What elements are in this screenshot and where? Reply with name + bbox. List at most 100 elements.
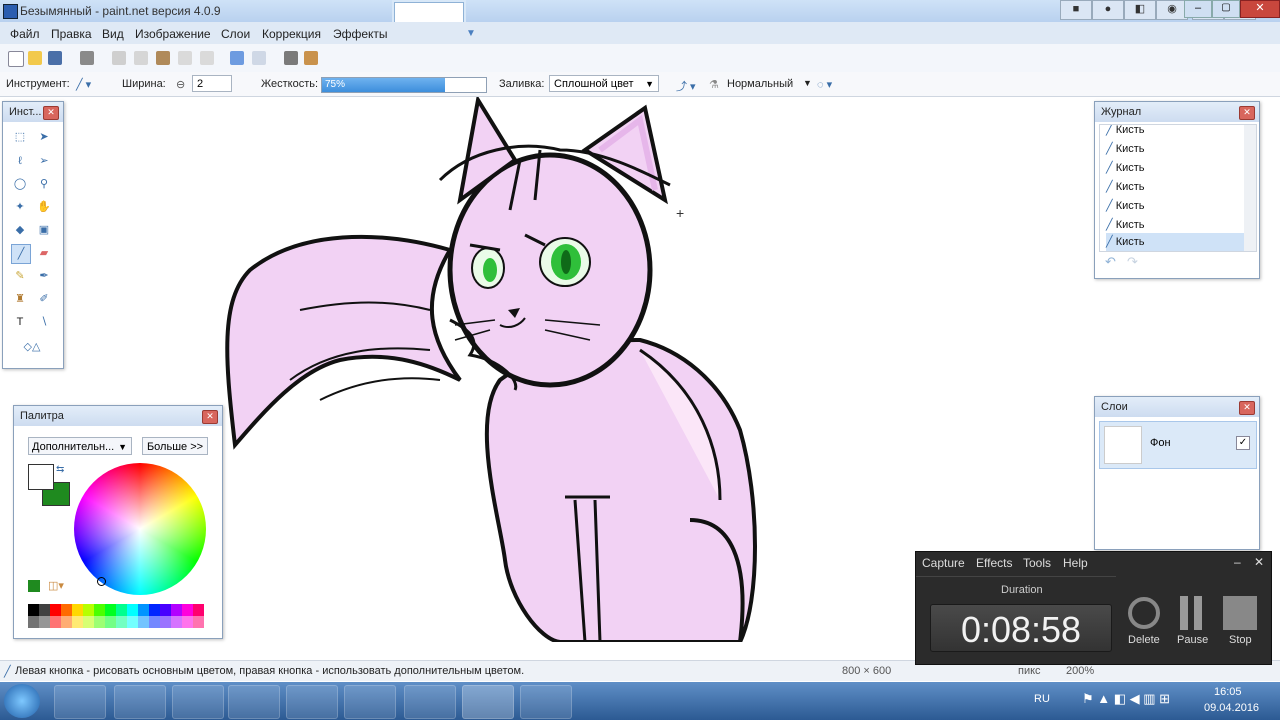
grid-icon[interactable]: [284, 51, 298, 65]
palette-swatch[interactable]: [193, 616, 204, 628]
palette-swatch[interactable]: [50, 604, 61, 616]
palette-swatch[interactable]: [127, 604, 138, 616]
palette-swatch[interactable]: [83, 604, 94, 616]
unit-label[interactable]: пикс: [1018, 665, 1041, 677]
width-decrease-icon[interactable]: ⊖: [176, 78, 185, 91]
palette-swatch[interactable]: [50, 616, 61, 628]
undo-icon[interactable]: ↶: [1105, 254, 1116, 270]
tabs-dropdown-icon[interactable]: ▼: [466, 28, 476, 39]
pencil-icon[interactable]: ✎: [11, 267, 29, 285]
menu-effects[interactable]: Эффекты: [333, 27, 388, 41]
layer-visibility-checkbox[interactable]: ✓: [1236, 436, 1250, 450]
blend-chevron-icon[interactable]: ▼: [803, 78, 812, 88]
width-field[interactable]: 2: [192, 75, 232, 92]
palette-swatch[interactable]: [182, 604, 193, 616]
palette-swatch[interactable]: [116, 604, 127, 616]
recorder-menu-effects[interactable]: Effects: [976, 556, 1012, 570]
redo-icon[interactable]: [252, 51, 266, 65]
recorder-minimize-icon[interactable]: –: [1234, 555, 1241, 569]
line-curve-icon[interactable]: ∖: [35, 313, 53, 331]
stop-label[interactable]: Stop: [1229, 634, 1252, 646]
menu-view[interactable]: Вид: [102, 27, 124, 41]
palette-swatch[interactable]: [138, 616, 149, 628]
layer-row[interactable]: Фон ✓: [1099, 421, 1257, 469]
close-icon[interactable]: ✕: [202, 410, 218, 424]
menu-file[interactable]: Файл: [10, 27, 40, 41]
palette-swatch[interactable]: [28, 616, 39, 628]
palette-swatch[interactable]: [116, 616, 127, 628]
palette-swatch[interactable]: [94, 616, 105, 628]
palette-swatch[interactable]: [182, 616, 193, 628]
camtasia-recorder-icon[interactable]: [520, 685, 572, 719]
print-icon[interactable]: [80, 51, 94, 65]
cut-icon[interactable]: [112, 51, 126, 65]
menu-image[interactable]: Изображение: [135, 27, 211, 41]
palette-swatch[interactable]: [83, 616, 94, 628]
pan-icon[interactable]: ✋: [35, 198, 53, 216]
rectangle-select-icon[interactable]: ⬚: [11, 128, 29, 146]
palette-swatch[interactable]: [193, 604, 204, 616]
primary-color-swatch[interactable]: [28, 464, 54, 490]
clock-date[interactable]: 09.04.2016: [1204, 702, 1259, 714]
shapes-icon[interactable]: ◇△: [17, 338, 47, 356]
ruler-icon[interactable]: [304, 51, 318, 65]
pause-icon-bar-left[interactable]: [1180, 596, 1188, 630]
menu-layers[interactable]: Слои: [221, 27, 250, 41]
zoom-value[interactable]: 200%: [1066, 665, 1094, 677]
chrome-icon[interactable]: [172, 685, 224, 719]
fill-select[interactable]: Сплошной цвет ▼: [549, 75, 659, 92]
file-explorer-icon[interactable]: [114, 685, 166, 719]
palette-swatch[interactable]: [160, 604, 171, 616]
copy-icon[interactable]: [134, 51, 148, 65]
antialiasing-icon[interactable]: ⤴ ▾: [676, 78, 696, 94]
palette-swatch[interactable]: [94, 604, 105, 616]
recorder-menu-tools[interactable]: Tools: [1023, 556, 1051, 570]
history-item[interactable]: ╱ Кисть: [1106, 140, 1246, 158]
tool-window-toggle[interactable]: ■: [1060, 0, 1092, 20]
ellipse-select-icon[interactable]: ◯: [11, 175, 29, 193]
close-icon[interactable]: ✕: [43, 106, 59, 120]
palette-swatch[interactable]: [160, 616, 171, 628]
history-item[interactable]: ╱ Кисть: [1106, 216, 1246, 234]
crop-icon[interactable]: [178, 51, 192, 65]
stop-icon[interactable]: [1223, 596, 1257, 630]
open-icon[interactable]: [28, 51, 42, 65]
palette-swatch[interactable]: [127, 616, 138, 628]
palette-swatch[interactable]: [61, 616, 72, 628]
color-wheel[interactable]: [74, 463, 206, 595]
close-icon[interactable]: ✕: [1239, 106, 1255, 120]
text-icon[interactable]: T: [11, 313, 29, 331]
delete-label[interactable]: Delete: [1128, 634, 1160, 646]
clone-stamp-icon[interactable]: ♜: [11, 290, 29, 308]
hardness-slider[interactable]: 75%: [321, 77, 487, 93]
palette-menu-icon[interactable]: [28, 580, 40, 592]
paintnet-icon[interactable]: [462, 685, 514, 719]
palette-swatch[interactable]: [171, 616, 182, 628]
history-item[interactable]: ╱ Кисть: [1106, 125, 1246, 139]
swap-colors-icon[interactable]: ⇆: [56, 464, 64, 475]
paste-icon[interactable]: [156, 51, 170, 65]
tray-icons[interactable]: ⚑ ▲ ◧ ◀ ▥ ⊞: [1082, 691, 1170, 707]
clock-time[interactable]: 16:05: [1214, 686, 1242, 698]
menu-adjustments[interactable]: Коррекция: [262, 27, 321, 41]
paintbrush-tool-icon[interactable]: ╱: [11, 244, 31, 264]
palette-strip[interactable]: [28, 604, 208, 628]
recolor-icon[interactable]: ✐: [35, 290, 53, 308]
delete-icon[interactable]: [1128, 597, 1160, 629]
history-item-selected[interactable]: ╱ Кисть: [1106, 233, 1246, 251]
palette-swatch[interactable]: [105, 604, 116, 616]
recorder-menu-help[interactable]: Help: [1063, 556, 1088, 570]
palette-swatch[interactable]: [39, 616, 50, 628]
paintbrush-icon[interactable]: ╱ ▾: [76, 78, 91, 91]
recorder-menu-capture[interactable]: Capture: [922, 556, 965, 570]
palette-swatch[interactable]: [39, 604, 50, 616]
pause-label[interactable]: Pause: [1177, 634, 1208, 646]
close-button[interactable]: ✕: [1240, 0, 1280, 18]
zoom-icon[interactable]: ⚲: [35, 175, 53, 193]
palette-options-icon[interactable]: ◫▾: [48, 579, 64, 592]
language-indicator[interactable]: RU: [1034, 693, 1050, 705]
close-icon[interactable]: ✕: [1239, 401, 1255, 415]
camtasia-icon[interactable]: [404, 685, 456, 719]
gradient-icon[interactable]: ▣: [35, 221, 53, 239]
move-selection-icon[interactable]: ➤: [35, 128, 53, 146]
